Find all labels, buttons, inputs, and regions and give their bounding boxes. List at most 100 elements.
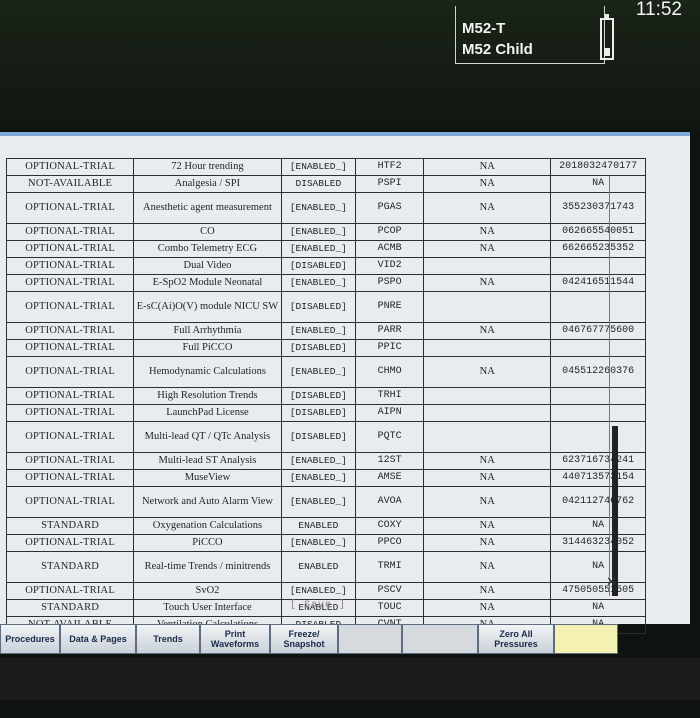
serial-cell: 045512260376 (550, 356, 646, 388)
option-name-cell: 72 Hour trending (133, 158, 282, 176)
state-cell[interactable]: ENABLED (280, 551, 356, 583)
table-row[interactable]: OPTIONAL-TRIAL Anesthetic agent measureme… (5, 192, 646, 224)
state-cell[interactable]: [DISABLED] (280, 421, 356, 453)
serial-cell: 062665540051 (550, 223, 646, 241)
patient-category: M52 Child (462, 41, 533, 58)
license-cell: STANDARD (5, 551, 135, 583)
table-row[interactable]: STANDARD Real-time Trends / minitrends ENA… (5, 551, 646, 583)
code-cell: PNRE (354, 291, 425, 323)
license-cell: OPTIONAL-TRIAL (5, 274, 135, 292)
softkey-5[interactable] (338, 624, 402, 654)
status-cell: NA (423, 551, 552, 583)
option-name-cell: MuseView (133, 469, 282, 487)
option-name-cell: Touch User Interface (133, 599, 282, 617)
serial-cell: NA (550, 517, 646, 535)
serial-cell: 042112746762 (550, 486, 646, 518)
table-row[interactable]: OPTIONAL-TRIAL 72 Hour trending [ENABLED_]… (5, 158, 646, 176)
state-cell[interactable]: [DISABLED] (280, 387, 356, 405)
code-cell: VID2 (354, 257, 425, 275)
state-cell[interactable]: [ENABLED_] (280, 223, 356, 241)
option-name-cell: LaunchPad License (133, 404, 282, 422)
state-cell[interactable]: [ENABLED_] (280, 322, 356, 340)
table-row[interactable]: STANDARD Oxygenation Calculations ENABLED C… (5, 517, 646, 535)
state-cell[interactable]: [ENABLED_] (280, 452, 356, 470)
code-cell: PPIC (354, 339, 425, 357)
state-cell[interactable]: [DISABLED] (280, 291, 356, 323)
status-cell: NA (423, 486, 552, 518)
softkey-4[interactable]: Freeze/ Snapshot (270, 624, 338, 654)
table-row[interactable]: OPTIONAL-TRIAL Hemodynamic Calculations [E… (5, 356, 646, 388)
state-cell[interactable]: [ENABLED_] (280, 469, 356, 487)
softkey-2[interactable]: Trends (136, 624, 200, 654)
save-button[interactable]: [ Save ] (290, 600, 346, 611)
table-row[interactable]: OPTIONAL-TRIAL CO [ENABLED_] PCOP NA 06266554… (5, 223, 646, 241)
serial-cell: NA (550, 551, 646, 583)
state-cell[interactable]: [DISABLED] (280, 257, 356, 275)
table-row[interactable]: OPTIONAL-TRIAL Full PiCCO [DISABLED] PPIC (5, 339, 646, 357)
table-row[interactable]: OPTIONAL-TRIAL SvO2 [ENABLED_] PSCV NA 475050… (5, 582, 646, 600)
state-cell[interactable]: [ENABLED_] (280, 486, 356, 518)
table-row[interactable]: OPTIONAL-TRIAL Full Arrhythmia [ENABLED_] P… (5, 322, 646, 340)
table-row[interactable]: OPTIONAL-TRIAL High Resolution Trends [DIS… (5, 387, 646, 405)
state-cell[interactable]: [DISABLED] (280, 339, 356, 357)
table-row[interactable]: OPTIONAL-TRIAL Multi-lead QT / QTc Analys… (5, 421, 646, 453)
serial-cell: 046767775600 (550, 322, 646, 340)
state-cell[interactable]: [ENABLED_] (280, 240, 356, 258)
state-cell[interactable]: [ENABLED_] (280, 274, 356, 292)
code-cell: AIPN (354, 404, 425, 422)
code-cell: COXY (354, 517, 425, 535)
table-row[interactable]: OPTIONAL-TRIAL Dual Video [DISABLED] VID2 (5, 257, 646, 275)
status-cell: NA (423, 356, 552, 388)
table-row[interactable]: NOT-AVAILABLE Analgesia / SPI DISABLED PSPI… (5, 175, 646, 193)
scrollbar-thumb[interactable] (612, 426, 618, 596)
softkey-3[interactable]: Print Waveforms (200, 624, 270, 654)
table-row[interactable]: OPTIONAL-TRIAL MuseView [ENABLED_] AMSE NA 44… (5, 469, 646, 487)
option-name-cell: E-SpO2 Module Neonatal (133, 274, 282, 292)
device-model: M52-T (462, 20, 506, 37)
clock: 11:52 (606, 0, 700, 62)
table-row[interactable]: OPTIONAL-TRIAL Network and Auto Alarm Vie… (5, 486, 646, 518)
table-row[interactable]: OPTIONAL-TRIAL Multi-lead ST Analysis [ENA… (5, 452, 646, 470)
vertical-scrollbar[interactable] (609, 176, 622, 596)
code-cell: AVOA (354, 486, 425, 518)
softkey-7[interactable]: Zero All Pressures (478, 624, 554, 654)
table-row[interactable]: OPTIONAL-TRIAL Combo Telemetry ECG [ENABLE… (5, 240, 646, 258)
softkey-bar: Procedures Data & Pages Trends Print Wavefo… (0, 624, 700, 658)
softkey-6[interactable] (402, 624, 478, 654)
table-row[interactable]: OPTIONAL-TRIAL LaunchPad License [DISABLED… (5, 404, 646, 422)
softkey-0[interactable]: Procedures (0, 624, 60, 654)
close-icon[interactable]: ✕ (606, 574, 617, 590)
table-row[interactable]: OPTIONAL-TRIAL PiCCO [ENABLED_] PPCO NA 31446… (5, 534, 646, 552)
softkey-1[interactable]: Data & Pages (60, 624, 136, 654)
state-cell[interactable]: ENABLED (280, 517, 356, 535)
alarm-silence-button[interactable] (554, 624, 618, 654)
code-cell: PCOP (354, 223, 425, 241)
code-cell: TOUC (354, 599, 425, 617)
device-id-box: M52-T M52 Child (455, 6, 605, 64)
state-cell[interactable]: [ENABLED_] (280, 192, 356, 224)
license-cell: NOT-AVAILABLE (5, 175, 135, 193)
status-cell: NA (423, 223, 552, 241)
option-name-cell: Multi-lead ST Analysis (133, 452, 282, 470)
status-cell: NA (423, 322, 552, 340)
option-name-cell: Full Arrhythmia (133, 322, 282, 340)
state-cell[interactable]: [DISABLED] (280, 404, 356, 422)
state-cell[interactable]: DISABLED (280, 175, 356, 193)
status-cell: NA (423, 469, 552, 487)
option-name-cell: Network and Auto Alarm View (133, 486, 282, 518)
status-cell (423, 387, 552, 405)
state-cell[interactable]: [ENABLED_] (280, 582, 356, 600)
status-cell: NA (423, 599, 552, 617)
serial-cell (550, 257, 646, 275)
state-cell[interactable]: [ENABLED_] (280, 534, 356, 552)
code-cell: PPCO (354, 534, 425, 552)
software-options-table: OPTIONAL-TRIAL 72 Hour trending [ENABLED_]… (5, 158, 646, 634)
state-cell[interactable]: [ENABLED_] (280, 356, 356, 388)
license-cell: OPTIONAL-TRIAL (5, 421, 135, 453)
option-name-cell: Hemodynamic Calculations (133, 356, 282, 388)
table-row[interactable]: OPTIONAL-TRIAL E-SpO2 Module Neonatal [ENA… (5, 274, 646, 292)
status-cell: NA (423, 582, 552, 600)
state-cell[interactable]: [ENABLED_] (280, 158, 356, 176)
option-name-cell: Full PiCCO (133, 339, 282, 357)
table-row[interactable]: OPTIONAL-TRIAL E-sC(Ai)O(V) module NICU S… (5, 291, 646, 323)
